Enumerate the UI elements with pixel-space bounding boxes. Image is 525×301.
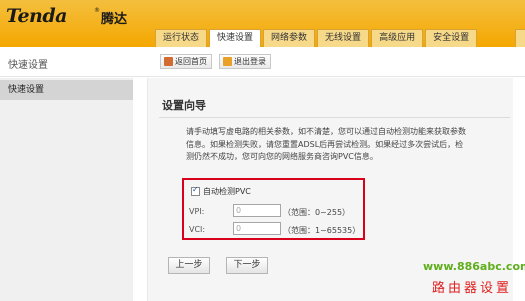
section-title: 快速设置 xyxy=(8,60,48,71)
next-button[interactable]: 下一步 xyxy=(226,257,268,274)
vpi-range-hint: （范围：0~255） xyxy=(283,208,351,217)
tab-network[interactable]: 网络参数 xyxy=(263,29,316,47)
vci-input[interactable]: 0 xyxy=(233,222,281,235)
vci-range-hint: （范围：1~65535） xyxy=(283,226,361,235)
vpi-label: VPI: xyxy=(189,207,205,216)
brand-logo: Tenda xyxy=(6,5,67,27)
watermark-text: 路由器设置 xyxy=(432,281,513,296)
tab-status[interactable]: 运行状态 xyxy=(155,29,208,47)
title-divider xyxy=(159,117,510,118)
logout-button[interactable]: 退出登录 xyxy=(219,54,271,69)
tab-wireless[interactable]: 无线设置 xyxy=(317,29,370,47)
sidebar-item-quick-setup[interactable]: 快速设置 xyxy=(0,80,133,100)
watermark-url: www.886abc.com xyxy=(423,260,525,273)
wizard-description: 请手动填写虚电路的相关参数，如不清楚，您可以通过自动检测功能来获取参数信息。如果… xyxy=(186,127,466,162)
auto-detect-checkbox[interactable] xyxy=(191,185,200,196)
tab-quick-setup[interactable]: 快速设置 xyxy=(209,29,262,48)
brand-name-cn: 腾达 xyxy=(101,12,128,27)
registered-mark: ® xyxy=(94,7,100,14)
sidebar: 快速设置 xyxy=(0,78,133,301)
home-icon xyxy=(164,57,173,66)
prev-button[interactable]: 上一步 xyxy=(168,257,210,274)
tab-advanced[interactable]: 高级应用 xyxy=(371,29,424,47)
main-nav: 运行状态 快速设置 网络参数 无线设置 高级应用 安全设置 xyxy=(155,29,478,48)
logout-icon xyxy=(223,57,232,66)
auto-detect-label: 自动检测PVC xyxy=(203,187,251,196)
tab-security[interactable]: 安全设置 xyxy=(425,29,478,47)
home-button-label: 返回首页 xyxy=(175,57,207,66)
logout-button-label: 退出登录 xyxy=(234,57,266,66)
vpi-input[interactable]: 0 xyxy=(233,204,281,217)
sub-toolbar: 快速设置 返回首页 退出登录 xyxy=(0,47,525,77)
vci-label: VCI: xyxy=(189,225,206,234)
page-title: 设置向导 xyxy=(162,99,206,112)
tab-overflow xyxy=(515,29,525,47)
home-button[interactable]: 返回首页 xyxy=(160,54,212,69)
